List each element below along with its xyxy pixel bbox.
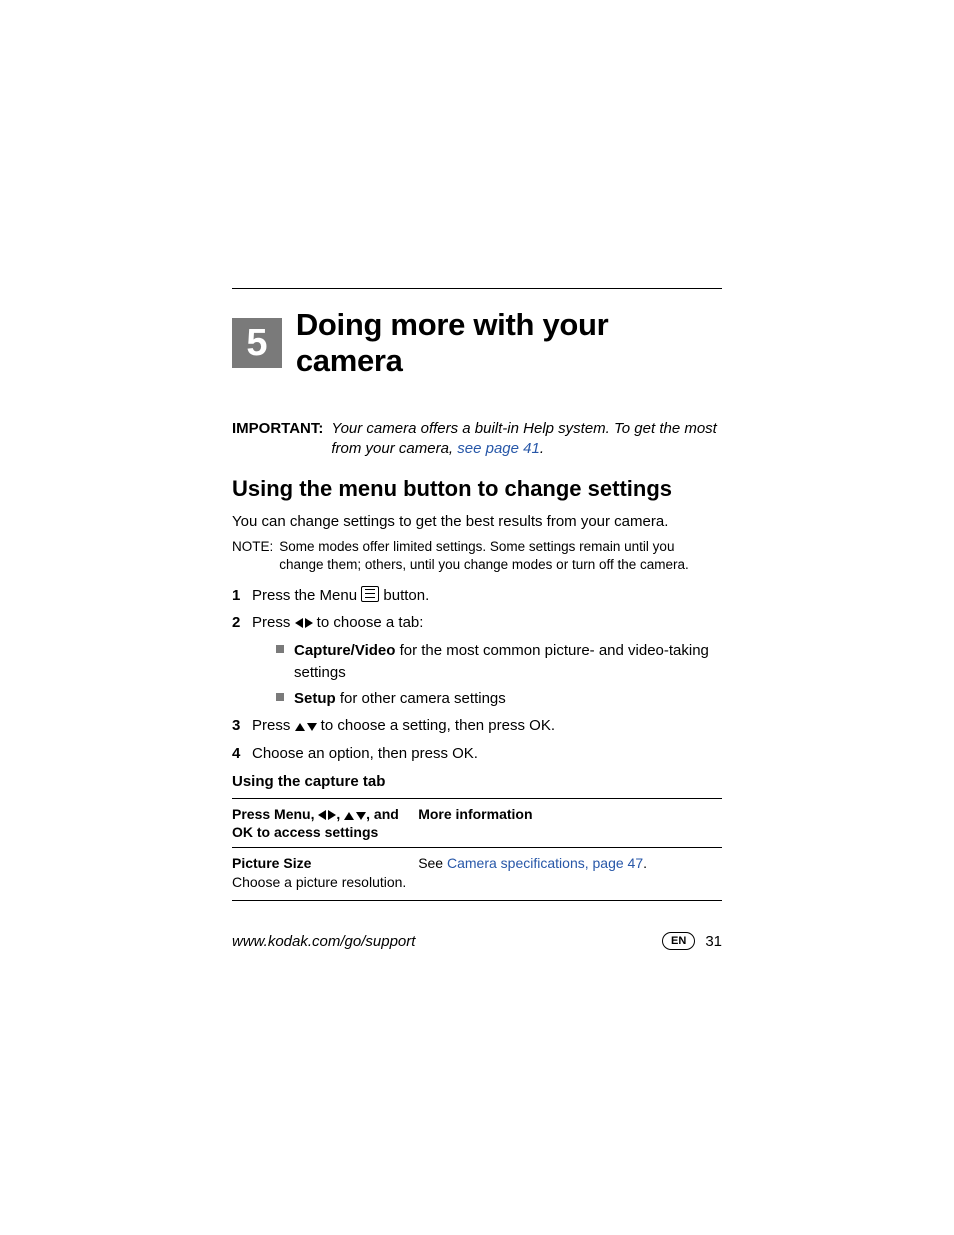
step-4-text: Choose an option, then press OK. xyxy=(252,745,478,762)
step-4: Choose an option, then press OK. xyxy=(232,743,722,765)
page-number: 31 xyxy=(705,933,722,950)
table-cell-setting: Picture Size Choose a picture resolution… xyxy=(232,848,418,901)
chapter-header: 5 Doing more with your camera xyxy=(232,307,722,379)
section-intro: You can change settings to get the best … xyxy=(232,512,722,532)
bullet-2-text: for other camera settings xyxy=(336,690,506,707)
important-note: IMPORTANT: Your camera offers a built-in… xyxy=(232,419,722,458)
lr-arrows-icon xyxy=(318,806,336,822)
spec-link[interactable]: Camera specifications, page 47 xyxy=(447,855,643,871)
bullet-2-bold: Setup xyxy=(294,690,336,707)
capture-tab-heading: Using the capture tab xyxy=(232,773,722,790)
bullet-1-bold: Capture/Video xyxy=(294,642,395,659)
footer-url[interactable]: www.kodak.com/go/support xyxy=(232,933,415,950)
see-text: See xyxy=(418,855,447,871)
section-heading: Using the menu button to change settings xyxy=(232,476,722,502)
step-3-text-b: to choose a setting, then press OK. xyxy=(317,717,555,734)
chapter-number-box: 5 xyxy=(232,318,282,368)
th1-b: , xyxy=(336,806,344,822)
step-2-sublist: Capture/Video for the most common pictur… xyxy=(276,640,722,709)
important-text: Your camera offers a built-in Help syste… xyxy=(331,419,722,458)
table-cell-info: See Camera specifications, page 47. xyxy=(418,848,722,901)
setting-desc: Choose a picture resolution. xyxy=(232,873,414,892)
step-1-text-b: button. xyxy=(379,587,429,604)
table-header-col2: More information xyxy=(418,798,722,847)
th1-a: Press Menu, xyxy=(232,806,318,822)
note-text: Some modes offer limited settings. Some … xyxy=(279,538,722,574)
step-3-text-a: Press xyxy=(252,717,295,734)
settings-table: Press Menu, , , and OK to access setting… xyxy=(232,798,722,901)
steps-list: Press the Menu button. Press to choose a… xyxy=(232,585,722,765)
footer-right: EN 31 xyxy=(662,932,722,950)
step-2-bullet-1: Capture/Video for the most common pictur… xyxy=(276,640,722,684)
step-2: Press to choose a tab: Capture/Video for… xyxy=(232,612,722,709)
step-2-bullet-2: Setup for other camera settings xyxy=(276,688,722,710)
note-block: NOTE: Some modes offer limited settings.… xyxy=(232,538,722,574)
important-link[interactable]: see page 41 xyxy=(457,440,540,457)
step-3: Press to choose a setting, then press OK… xyxy=(232,715,722,737)
important-text-after: . xyxy=(540,440,544,457)
ud-arrows-icon xyxy=(344,806,366,822)
manual-page: 5 Doing more with your camera IMPORTANT:… xyxy=(232,288,722,901)
table-header-row: Press Menu, , , and OK to access setting… xyxy=(232,798,722,847)
page-footer: www.kodak.com/go/support EN 31 xyxy=(232,932,722,950)
menu-icon xyxy=(361,586,379,602)
step-1-text-a: Press the Menu xyxy=(252,587,361,604)
chapter-number: 5 xyxy=(246,322,267,365)
table-header-col1: Press Menu, , , and OK to access setting… xyxy=(232,798,418,847)
chapter-rule xyxy=(232,288,722,289)
step-2-text-b: to choose a tab: xyxy=(313,614,424,631)
step-1: Press the Menu button. xyxy=(232,585,722,607)
step-2-text-a: Press xyxy=(252,614,295,631)
left-right-arrows-icon xyxy=(295,614,313,631)
after-text: . xyxy=(643,855,647,871)
chapter-title: Doing more with your camera xyxy=(296,307,722,379)
note-label: NOTE: xyxy=(232,538,273,574)
setting-title: Picture Size xyxy=(232,854,414,873)
table-row: Picture Size Choose a picture resolution… xyxy=(232,848,722,901)
important-label: IMPORTANT: xyxy=(232,419,323,458)
up-down-arrows-icon xyxy=(295,717,317,734)
language-badge: EN xyxy=(662,932,695,950)
